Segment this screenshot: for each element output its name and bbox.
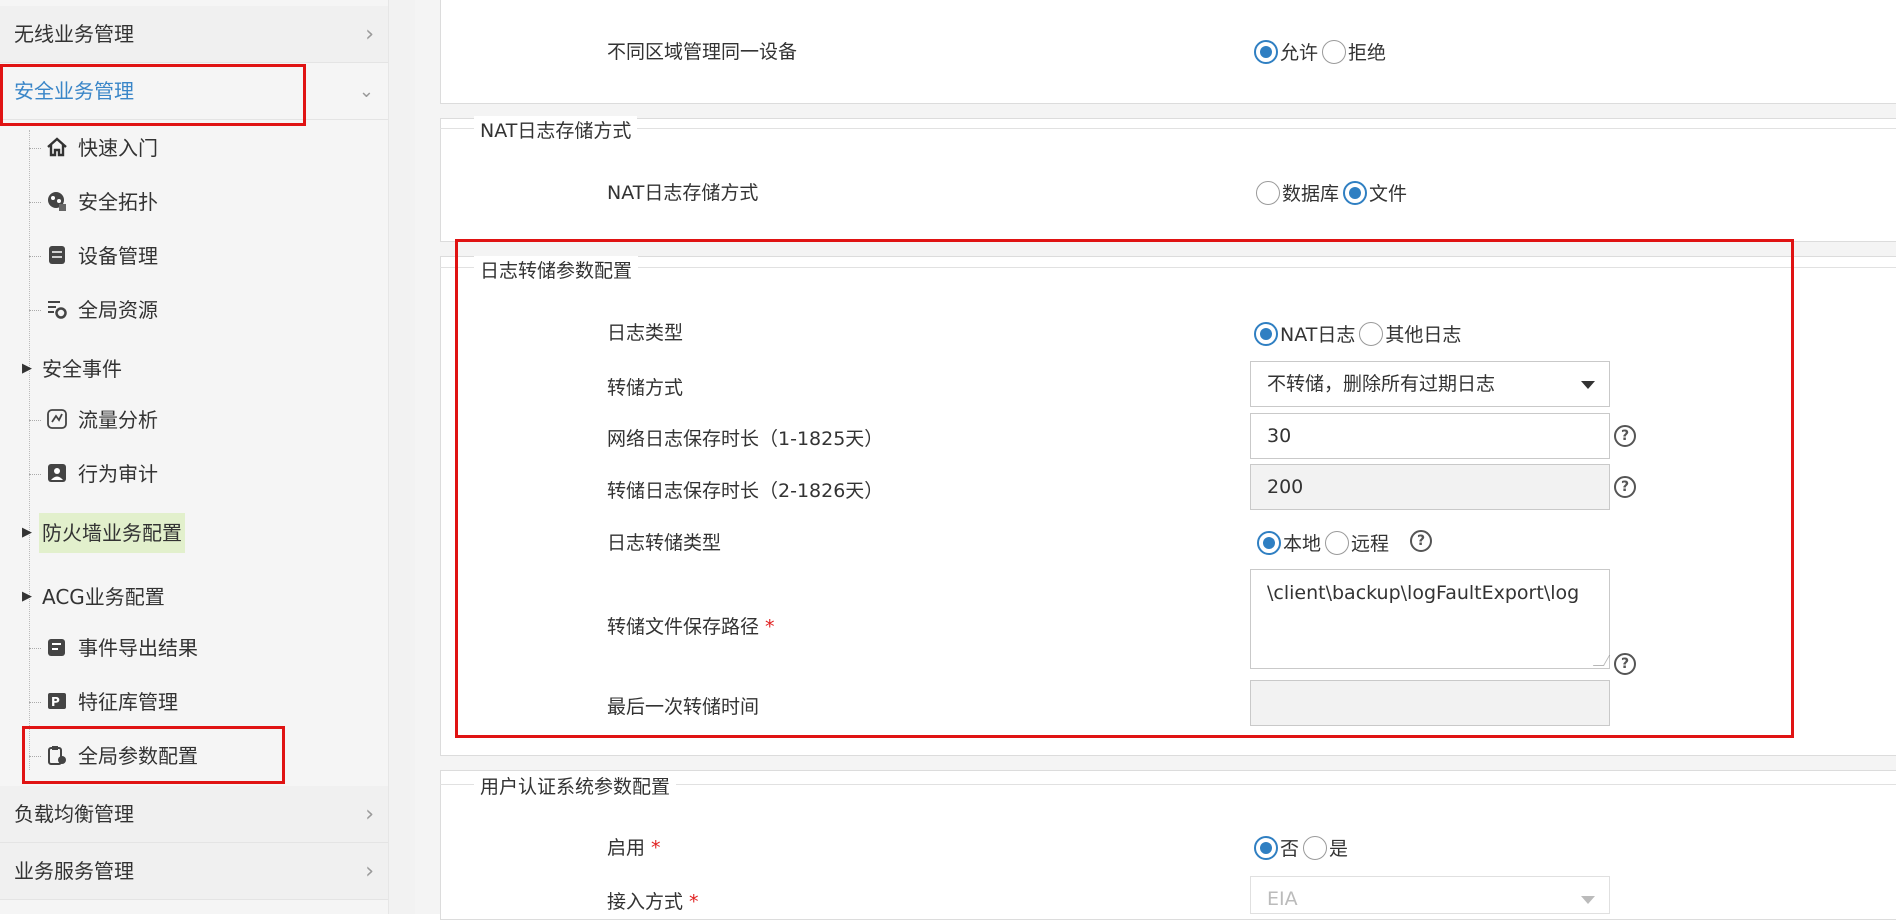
- radio-no[interactable]: [1254, 835, 1278, 860]
- sidebar-item-label: 事件导出结果: [78, 636, 198, 660]
- highlight-box-log-dump: [455, 239, 1794, 738]
- radio-deny[interactable]: [1322, 39, 1347, 64]
- highlight-box-security-menu: [0, 64, 306, 126]
- menu-service-label: 业务服务管理: [14, 859, 134, 883]
- topology-icon: [46, 190, 68, 212]
- nat-storage-label: NAT日志存储方式: [607, 182, 759, 204]
- radio-deny-label: 拒绝: [1348, 42, 1387, 64]
- sidebar-scrollbar[interactable]: [388, 0, 415, 914]
- nat-section-title: NAT日志存储方式: [474, 116, 638, 143]
- sidebar-group-firewall-config[interactable]: ▶ 防火墙业务配置: [0, 513, 388, 553]
- menu-wireless-label: 无线业务管理: [14, 22, 134, 46]
- sidebar-item-label: 特征库管理: [78, 690, 178, 714]
- menu-service[interactable]: 业务服务管理 ›: [0, 843, 388, 900]
- sidebar-item-label: 行为审计: [78, 462, 158, 486]
- menu-load-balance-label: 负载均衡管理: [14, 802, 134, 826]
- caret-right-icon: ▶: [22, 525, 32, 540]
- sidebar-item-quick-start[interactable]: 快速入门: [0, 128, 388, 168]
- access-mode-select[interactable]: EIA: [1250, 876, 1610, 914]
- sidebar-item-label: 安全拓扑: [78, 190, 158, 214]
- radio-yes-label: 是: [1329, 838, 1349, 860]
- radio-file-label: 文件: [1369, 183, 1408, 205]
- tree-guide-line: [29, 130, 30, 770]
- sidebar-item-traffic-analysis[interactable]: 流量分析: [0, 400, 388, 440]
- access-mode-label-text: 接入方式: [607, 891, 684, 913]
- sidebar-item-global-resources[interactable]: 全局资源: [0, 290, 388, 330]
- access-mode-label: 接入方式 *: [607, 887, 699, 914]
- radio-file[interactable]: [1343, 180, 1368, 205]
- sidebar-item-label: ACG业务配置: [42, 585, 165, 609]
- caret-right-icon: ▶: [22, 589, 32, 604]
- region-manage-radios: 允许 拒绝: [1254, 38, 1390, 65]
- dropdown-caret-icon: [1581, 896, 1595, 904]
- sidebar-item-label: 全局资源: [78, 298, 158, 322]
- sidebar-item-security-topology[interactable]: 安全拓扑: [0, 182, 388, 222]
- radio-database[interactable]: [1256, 180, 1280, 205]
- menu-wireless[interactable]: 无线业务管理 ›: [0, 6, 388, 63]
- home-icon: [46, 136, 68, 158]
- highlight-box-global-params: [22, 726, 285, 784]
- svg-text:P: P: [51, 695, 60, 709]
- region-manage-label: 不同区域管理同一设备: [607, 41, 798, 63]
- radio-database-label: 数据库: [1282, 183, 1340, 205]
- required-mark: *: [689, 891, 699, 913]
- sidebar-item-label: 流量分析: [78, 408, 158, 432]
- nat-storage-radios: 数据库 文件: [1256, 179, 1411, 206]
- access-mode-value: EIA: [1267, 888, 1298, 910]
- chevron-right-icon: ›: [365, 802, 374, 827]
- enable-radios: 否 是: [1254, 834, 1352, 861]
- sidebar-item-device-management[interactable]: 设备管理: [0, 236, 388, 276]
- audit-icon: [46, 462, 68, 484]
- sidebar-group-acg-config[interactable]: ▶ ACG业务配置: [0, 577, 388, 617]
- device-icon: [46, 244, 68, 266]
- sidebar-item-label: 防火墙业务配置: [39, 513, 185, 553]
- resource-gear-icon: [46, 298, 68, 320]
- caret-right-icon: ▶: [22, 361, 32, 376]
- export-icon: [46, 636, 68, 658]
- sidebar-item-label: 安全事件: [42, 357, 122, 381]
- chevron-right-icon: ›: [365, 22, 374, 47]
- radio-yes[interactable]: [1303, 835, 1328, 860]
- menu-load-balance[interactable]: 负载均衡管理 ›: [0, 786, 388, 843]
- required-mark: *: [651, 837, 661, 859]
- signature-icon: P: [46, 690, 68, 712]
- sidebar-item-behavior-audit[interactable]: 行为审计: [0, 454, 388, 494]
- sidebar-item-label: 快速入门: [78, 136, 158, 160]
- traffic-icon: [46, 408, 68, 430]
- auth-section-title: 用户认证系统参数配置: [474, 772, 677, 799]
- radio-no-label: 否: [1280, 838, 1300, 860]
- sidebar-item-event-export[interactable]: 事件导出结果: [0, 628, 388, 668]
- chevron-right-icon: ›: [365, 859, 374, 884]
- radio-allow-label: 允许: [1280, 42, 1319, 64]
- enable-label: 启用 *: [607, 833, 661, 860]
- sidebar-item-signature-db[interactable]: P 特征库管理: [0, 682, 388, 722]
- chevron-down-icon: ⌄: [358, 81, 374, 102]
- sidebar-group-security-events[interactable]: ▶ 安全事件: [0, 349, 388, 389]
- enable-label-text: 启用: [607, 837, 646, 859]
- radio-allow[interactable]: [1254, 39, 1278, 64]
- sidebar-item-label: 设备管理: [78, 244, 158, 268]
